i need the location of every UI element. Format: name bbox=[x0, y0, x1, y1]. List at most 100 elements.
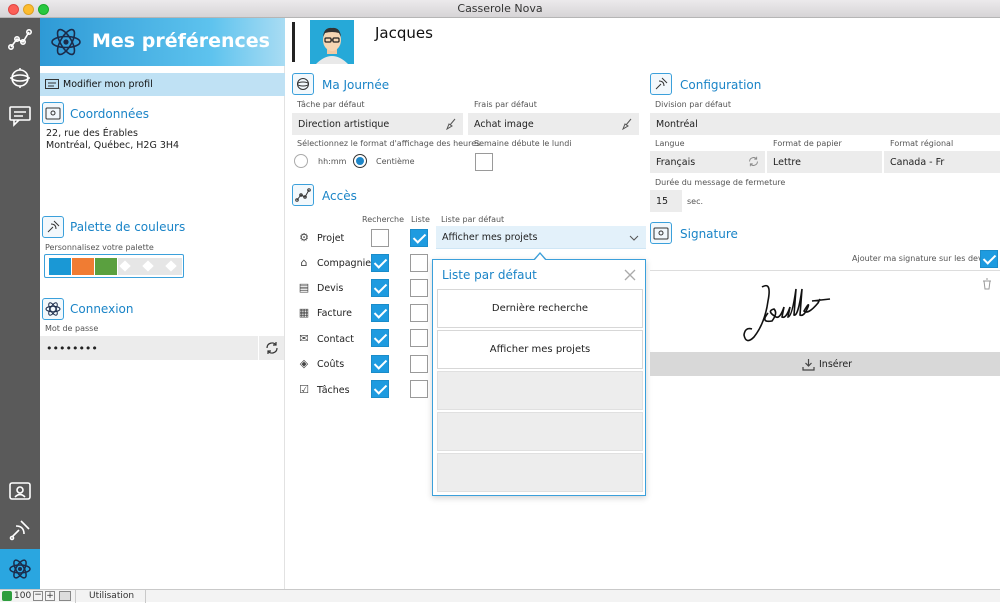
taches-liste-checkbox[interactable] bbox=[410, 380, 428, 398]
quote-icon: ▤ bbox=[298, 281, 310, 294]
row-label-contact: Contact bbox=[317, 334, 354, 345]
closing-label: Durée du message de fermeture bbox=[655, 178, 786, 187]
palette-swatch-2[interactable] bbox=[72, 258, 94, 275]
contact-card-icon bbox=[9, 482, 31, 500]
popover-arrow-fill bbox=[534, 254, 546, 261]
signature-pad[interactable] bbox=[650, 270, 1000, 350]
tasks-icon: ☑ bbox=[299, 383, 309, 396]
mode-label: Utilisation bbox=[89, 591, 135, 601]
add-signature-label: Ajouter ma signature sur les devis bbox=[852, 254, 990, 263]
user-name: Jacques bbox=[375, 24, 433, 42]
zoom-out-button[interactable]: − bbox=[33, 591, 43, 601]
regional-label: Format régional bbox=[890, 139, 954, 148]
contact-liste-checkbox[interactable] bbox=[410, 329, 428, 347]
rail-network-button[interactable] bbox=[0, 20, 40, 60]
popover-title: Liste par défaut bbox=[442, 268, 537, 282]
task-label: Tâche par défaut bbox=[297, 100, 365, 109]
division-field[interactable]: Montréal bbox=[650, 113, 1000, 135]
devis-liste-checkbox[interactable] bbox=[410, 279, 428, 297]
compagnie-liste-checkbox[interactable] bbox=[410, 254, 428, 272]
langue-field[interactable]: Français bbox=[650, 151, 765, 173]
profile-card-icon bbox=[45, 79, 59, 89]
contact-recherche-checkbox[interactable] bbox=[371, 329, 389, 347]
chat-icon bbox=[9, 106, 31, 127]
refresh-icon[interactable] bbox=[748, 156, 759, 167]
palette-empty-slots[interactable] bbox=[118, 258, 182, 275]
status-bar: 100 − + Utilisation bbox=[0, 589, 1000, 603]
insert-label: Insérer bbox=[819, 359, 853, 370]
row-label-facture: Facture bbox=[317, 308, 352, 319]
trash-icon[interactable] bbox=[982, 278, 992, 290]
popover-option-my-projects[interactable]: Afficher mes projets bbox=[437, 330, 643, 369]
popover-option-last-search[interactable]: Dernière recherche bbox=[437, 289, 643, 328]
closing-duration-field[interactable]: 15 bbox=[650, 190, 682, 212]
chevron-down-icon bbox=[629, 235, 639, 241]
edit-profile-label: Modifier mon profil bbox=[63, 79, 153, 90]
palette-label: Personnalisez votre palette bbox=[45, 243, 154, 252]
centieme-radio[interactable] bbox=[353, 154, 367, 168]
satellite-icon bbox=[650, 73, 672, 95]
satellite-icon bbox=[9, 520, 30, 541]
col-default: Liste par défaut bbox=[441, 215, 505, 224]
col-liste: Liste bbox=[411, 215, 430, 224]
broom-icon[interactable] bbox=[445, 118, 457, 130]
langue-value: Français bbox=[656, 156, 696, 168]
page-title: Mes préférences bbox=[92, 30, 270, 52]
papier-field[interactable]: Lettre bbox=[767, 151, 882, 173]
status-divider bbox=[145, 589, 146, 603]
default-list-select[interactable]: Afficher mes projets bbox=[436, 226, 646, 249]
insert-signature-button[interactable]: Insérer bbox=[650, 352, 1000, 376]
facture-liste-checkbox[interactable] bbox=[410, 304, 428, 322]
rail-settings-button[interactable] bbox=[0, 58, 40, 98]
langue-label: Langue bbox=[655, 139, 685, 148]
zoom-in-button[interactable]: + bbox=[45, 591, 55, 601]
closing-unit: sec. bbox=[687, 197, 704, 206]
change-password-button[interactable] bbox=[259, 336, 284, 360]
address-line2: Montréal, Québec, H2G 3H4 bbox=[46, 140, 180, 151]
zoom-level: 100 bbox=[14, 591, 32, 601]
add-signature-checkbox[interactable] bbox=[980, 250, 998, 268]
projet-liste-checkbox[interactable] bbox=[410, 229, 428, 247]
signature-title: Signature bbox=[680, 227, 738, 241]
regional-field[interactable]: Canada - Fr bbox=[884, 151, 1000, 173]
layout-toggle-button[interactable] bbox=[59, 591, 71, 601]
couts-recherche-checkbox[interactable] bbox=[371, 355, 389, 373]
devis-recherche-checkbox[interactable] bbox=[371, 279, 389, 297]
week-start-checkbox[interactable] bbox=[475, 153, 493, 171]
broom-icon[interactable] bbox=[621, 118, 633, 130]
palette-swatch-3[interactable] bbox=[95, 258, 117, 275]
gear-globe-icon bbox=[292, 73, 314, 95]
hhmm-radio[interactable] bbox=[294, 154, 308, 168]
palette-swatch-1[interactable] bbox=[49, 258, 71, 275]
project-icon: ⚙ bbox=[299, 231, 309, 244]
rail-messages-button[interactable] bbox=[0, 96, 40, 136]
row-label-projet: Projet bbox=[317, 233, 345, 244]
avatar[interactable] bbox=[310, 20, 354, 64]
status-divider bbox=[75, 589, 76, 603]
header-divider bbox=[292, 22, 295, 62]
rail-contacts-button[interactable] bbox=[0, 471, 40, 511]
facture-recherche-checkbox[interactable] bbox=[371, 304, 389, 322]
atom-icon bbox=[9, 559, 31, 579]
default-task-field[interactable]: Direction artistique bbox=[292, 113, 463, 135]
close-icon[interactable] bbox=[624, 269, 636, 281]
password-field[interactable]: •••••••• bbox=[40, 336, 258, 360]
window-title: Casserole Nova bbox=[457, 2, 543, 15]
satellite-icon bbox=[42, 216, 64, 238]
palette-picker[interactable] bbox=[44, 254, 184, 278]
default-fees-field[interactable]: Achat image bbox=[468, 113, 639, 135]
compagnie-recherche-checkbox[interactable] bbox=[371, 254, 389, 272]
default-fees-value: Achat image bbox=[474, 118, 534, 130]
rail-preferences-button[interactable] bbox=[0, 549, 40, 589]
row-label-devis: Devis bbox=[317, 283, 344, 294]
edit-profile-button[interactable]: Modifier mon profil bbox=[40, 73, 285, 96]
taches-recherche-checkbox[interactable] bbox=[371, 380, 389, 398]
rail-satellite-button[interactable] bbox=[0, 510, 40, 550]
papier-label: Format de papier bbox=[773, 139, 842, 148]
address-line1: 22, rue des Érables bbox=[46, 128, 138, 139]
couts-liste-checkbox[interactable] bbox=[410, 355, 428, 373]
tag-icon: ◈ bbox=[299, 357, 309, 370]
projet-recherche-checkbox[interactable] bbox=[371, 229, 389, 247]
password-label: Mot de passe bbox=[45, 324, 99, 333]
signature-image bbox=[743, 284, 831, 342]
